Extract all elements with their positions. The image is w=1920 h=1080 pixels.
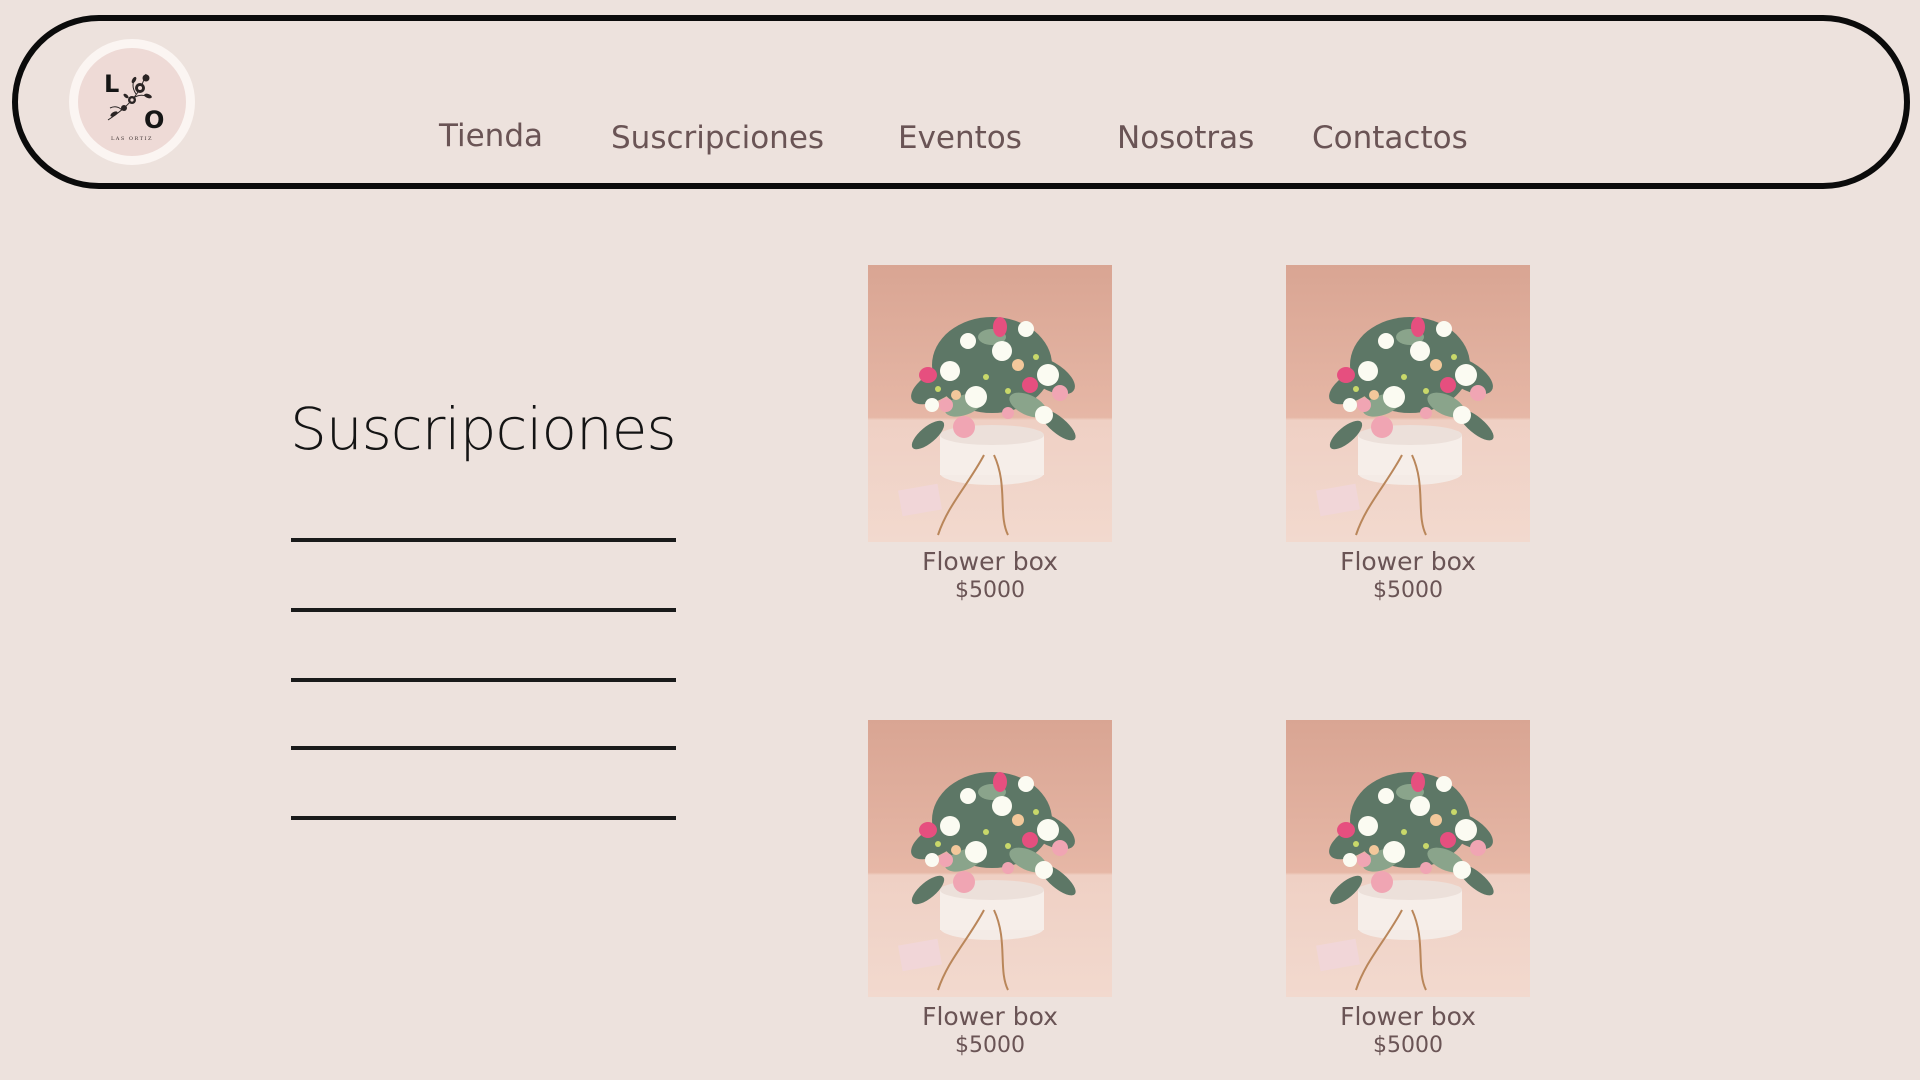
product-price: $5000 — [955, 577, 1025, 603]
filter-line-3[interactable] — [291, 678, 676, 682]
filter-line-5[interactable] — [291, 816, 676, 820]
nav-suscripciones[interactable]: Suscripciones — [611, 123, 824, 154]
product-price: $5000 — [1373, 1032, 1443, 1058]
nav-eventos[interactable]: Eventos — [898, 123, 1022, 154]
nav-nosotras[interactable]: Nosotras — [1117, 123, 1254, 154]
brand-logo[interactable]: L O LAS ORTIZ — [69, 39, 195, 165]
flower-box-photo[interactable] — [868, 265, 1112, 542]
product-name[interactable]: Flower box — [1286, 548, 1530, 576]
product-price: $5000 — [1373, 577, 1443, 603]
product-card[interactable]: Flower box $5000 — [1286, 720, 1530, 1059]
flower-box-photo[interactable] — [1286, 265, 1530, 542]
flower-box-photo[interactable] — [1286, 720, 1530, 997]
product-name[interactable]: Flower box — [868, 1003, 1112, 1031]
filter-line-4[interactable] — [291, 746, 676, 750]
product-price: $5000 — [955, 1032, 1025, 1058]
flower-box-photo[interactable] — [868, 720, 1112, 997]
logo-letter-l: L — [104, 70, 120, 98]
site-header: L O LAS ORTIZ Tienda Suscripciones Event… — [12, 15, 1910, 189]
nav-tienda[interactable]: Tienda — [439, 121, 543, 152]
logo-letter-o: O — [144, 106, 165, 134]
panel-title: Suscripciones — [290, 395, 677, 463]
product-name[interactable]: Flower box — [868, 548, 1112, 576]
product-card[interactable]: Flower box $5000 — [868, 720, 1112, 1059]
nav-contactos[interactable]: Contactos — [1312, 123, 1468, 154]
logo-brand-text: LAS ORTIZ — [110, 136, 153, 142]
product-name[interactable]: Flower box — [1286, 1003, 1530, 1031]
product-card[interactable]: Flower box $5000 — [1286, 265, 1530, 604]
filter-line-1[interactable] — [291, 538, 676, 542]
logo-badge: L O LAS ORTIZ — [78, 48, 186, 156]
product-card[interactable]: Flower box $5000 — [868, 265, 1112, 604]
filter-line-2[interactable] — [291, 608, 676, 612]
